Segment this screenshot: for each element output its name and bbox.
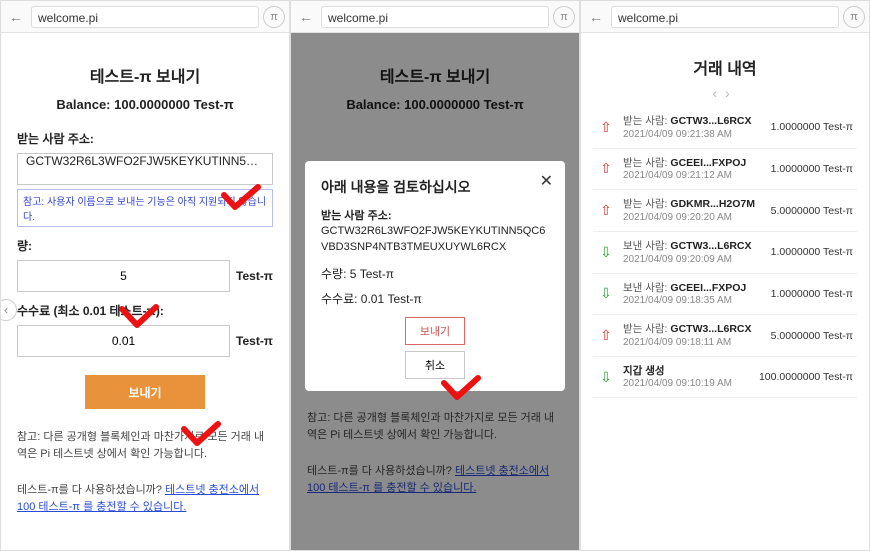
modal-address-value: GCTW32R6L3WFO2FJW5KEYKUTINN5QC6VBD3SNP4N…: [321, 225, 545, 252]
transaction-amount: 100.0000000 Test-π: [759, 371, 853, 383]
refill-note: 테스트-π를 다 사용하셨습니까? 테스트넷 충전소에서 100 테스트-π 를…: [17, 482, 273, 515]
chevron-right-icon[interactable]: ›: [725, 85, 738, 101]
pane-confirm-modal: ← welcome.pi π 테스트-π 보내기 Balance: 100.00…: [290, 0, 580, 551]
arrow-up-icon: ⇧: [597, 160, 615, 177]
arrow-up-icon: ⇧: [597, 327, 615, 344]
history-pager: ‹›: [593, 85, 857, 101]
balance-text: Balance: 100.0000000 Test-π: [17, 97, 273, 112]
transaction-counterparty: 지갑 생성: [623, 365, 751, 379]
transaction-counterparty: 보낸 사람: GCTW3...L6RCX: [623, 240, 763, 254]
transaction-timestamp: 2021/04/09 09:20:09 AM: [623, 254, 763, 265]
close-icon[interactable]: ✕: [540, 171, 553, 191]
confirm-modal: ✕ 아래 내용을 검토하십시오 받는 사람 주소: GCTW32R6L3WFO2…: [305, 161, 565, 391]
history-title: 거래 내역: [593, 55, 857, 79]
address-bar[interactable]: welcome.pi: [31, 6, 259, 28]
confirm-send-button[interactable]: 보내기: [405, 317, 465, 345]
arrow-up-icon: ⇧: [597, 119, 615, 136]
transaction-counterparty: 보낸 사람: GCEEI...FXPOJ: [623, 282, 763, 296]
transaction-row[interactable]: ⇩ 지갑 생성2021/04/09 09:10:19 AM 100.0000000 …: [593, 357, 857, 399]
transaction-amount: 5.0000000 Test-π: [771, 205, 853, 217]
transaction-counterparty: 받는 사람: GCEEI...FXPOJ: [623, 157, 763, 171]
transaction-timestamp: 2021/04/09 09:18:11 AM: [623, 337, 763, 348]
transaction-counterparty: 받는 사람: GCTW3...L6RCX: [623, 115, 763, 129]
topbar: ← welcome.pi π: [581, 1, 869, 33]
modal-qty: 수량: 5 Test-π: [321, 265, 549, 282]
transaction-amount: 1.0000000 Test-π: [771, 288, 853, 300]
modal-title: 아래 내용을 검토하십시오: [321, 177, 549, 197]
transaction-info: 받는 사람: GCEEI...FXPOJ2021/04/09 09:21:12 …: [623, 157, 763, 182]
transaction-info: 받는 사람: GCTW3...L6RCX2021/04/09 09:21:38 …: [623, 115, 763, 140]
pane-history: ← welcome.pi π 거래 내역 ‹› ⇧ 받는 사람: GCTW3...…: [580, 0, 870, 551]
recipient-hint: 참고: 사용자 이름으로 보내는 기능은 아직 지원되지 않습니다.: [17, 189, 273, 227]
recipient-label: 받는 사람 주소:: [17, 130, 273, 147]
transaction-amount: 1.0000000 Test-π: [771, 163, 853, 175]
transaction-timestamp: 2021/04/09 09:18:35 AM: [623, 295, 763, 306]
transaction-counterparty: 받는 사람: GDKMR...H2O7M: [623, 198, 763, 212]
transaction-row[interactable]: ⇩ 보낸 사람: GCEEI...FXPOJ2021/04/09 09:18:35…: [593, 274, 857, 316]
pi-logo-icon[interactable]: π: [263, 6, 285, 28]
back-icon[interactable]: ←: [5, 6, 27, 28]
transaction-list: ⇧받는 사람: GCTW3...L6RCX2021/04/09 09:21:38…: [593, 107, 857, 398]
chevron-left-icon[interactable]: ‹: [712, 85, 725, 101]
pane-send-form: ← welcome.pi π 테스트-π 보내기 Balance: 100.00…: [0, 0, 290, 551]
public-chain-note: 참고: 다른 공개형 블록체인과 마찬가지로 모든 거래 내역은 Pi 테스트넷…: [17, 429, 273, 462]
transaction-info: 받는 사람: GCTW3...L6RCX2021/04/09 09:18:11 …: [623, 323, 763, 348]
transaction-counterparty: 받는 사람: GCTW3...L6RCX: [623, 323, 763, 337]
fee-unit: Test-π: [236, 334, 273, 348]
transaction-info: 지갑 생성2021/04/09 09:10:19 AM: [623, 365, 751, 390]
arrow-down-icon: ⇩: [597, 244, 615, 261]
history-content: 거래 내역 ‹› ⇧받는 사람: GCTW3...L6RCX2021/04/09…: [581, 33, 869, 398]
amount-input[interactable]: [17, 260, 230, 292]
arrow-up-icon: ⇧: [597, 202, 615, 219]
recipient-input[interactable]: GCTW32R6L3WFO2FJW5KEYKUTINN5QC...: [17, 153, 273, 185]
amount-label: 량:: [17, 237, 273, 254]
transaction-timestamp: 2021/04/09 09:10:19 AM: [623, 378, 751, 389]
back-icon[interactable]: ←: [295, 6, 317, 28]
modal-address-label: 받는 사람 주소: GCTW32R6L3WFO2FJW5KEYKUTINN5QC…: [321, 209, 549, 255]
fee-label: 수수료 (최소 0.01 테스트-π):: [17, 302, 273, 319]
address-bar[interactable]: welcome.pi: [321, 6, 549, 28]
amount-unit: Test-π: [236, 269, 273, 283]
transaction-info: 받는 사람: GDKMR...H2O7M2021/04/09 09:20:20 …: [623, 198, 763, 223]
transaction-info: 보낸 사람: GCTW3...L6RCX2021/04/09 09:20:09 …: [623, 240, 763, 265]
transaction-row[interactable]: ⇩ 보낸 사람: GCTW3...L6RCX2021/04/09 09:20:09…: [593, 232, 857, 274]
send-button[interactable]: 보내기: [85, 375, 205, 409]
modal-fee: 수수료: 0.01 Test-π: [321, 290, 549, 307]
send-form-content: 테스트-π 보내기 Balance: 100.0000000 Test-π 받는…: [1, 33, 289, 527]
transaction-timestamp: 2021/04/09 09:20:20 AM: [623, 212, 763, 223]
back-icon[interactable]: ←: [585, 6, 607, 28]
topbar: ← welcome.pi π: [1, 1, 289, 33]
transaction-amount: 1.0000000 Test-π: [771, 121, 853, 133]
pi-logo-icon[interactable]: π: [843, 6, 865, 28]
cancel-button[interactable]: 취소: [405, 351, 465, 379]
pi-logo-icon[interactable]: π: [553, 6, 575, 28]
transaction-timestamp: 2021/04/09 09:21:12 AM: [623, 170, 763, 181]
topbar: ← welcome.pi π: [291, 1, 579, 33]
transaction-row[interactable]: ⇧ 받는 사람: GCTW3...L6RCX2021/04/09 09:18:11…: [593, 315, 857, 357]
fee-input[interactable]: [17, 325, 230, 357]
transaction-timestamp: 2021/04/09 09:21:38 AM: [623, 129, 763, 140]
refill-question: 테스트-π를 다 사용하셨습니까?: [17, 484, 165, 496]
transaction-info: 보낸 사람: GCEEI...FXPOJ2021/04/09 09:18:35 …: [623, 282, 763, 307]
page-title: 테스트-π 보내기: [17, 63, 273, 87]
transaction-amount: 1.0000000 Test-π: [771, 246, 853, 258]
transaction-row[interactable]: ⇧ 받는 사람: GCEEI...FXPOJ2021/04/09 09:21:12…: [593, 149, 857, 191]
address-bar[interactable]: welcome.pi: [611, 6, 839, 28]
transaction-row[interactable]: ⇧ 받는 사람: GDKMR...H2O7M2021/04/09 09:20:20…: [593, 190, 857, 232]
arrow-down-icon: ⇩: [597, 285, 615, 302]
transaction-row[interactable]: ⇧ 받는 사람: GCTW3...L6RCX2021/04/09 09:21:38…: [593, 107, 857, 149]
transaction-amount: 5.0000000 Test-π: [771, 330, 853, 342]
arrow-down-icon: ⇩: [597, 369, 615, 386]
